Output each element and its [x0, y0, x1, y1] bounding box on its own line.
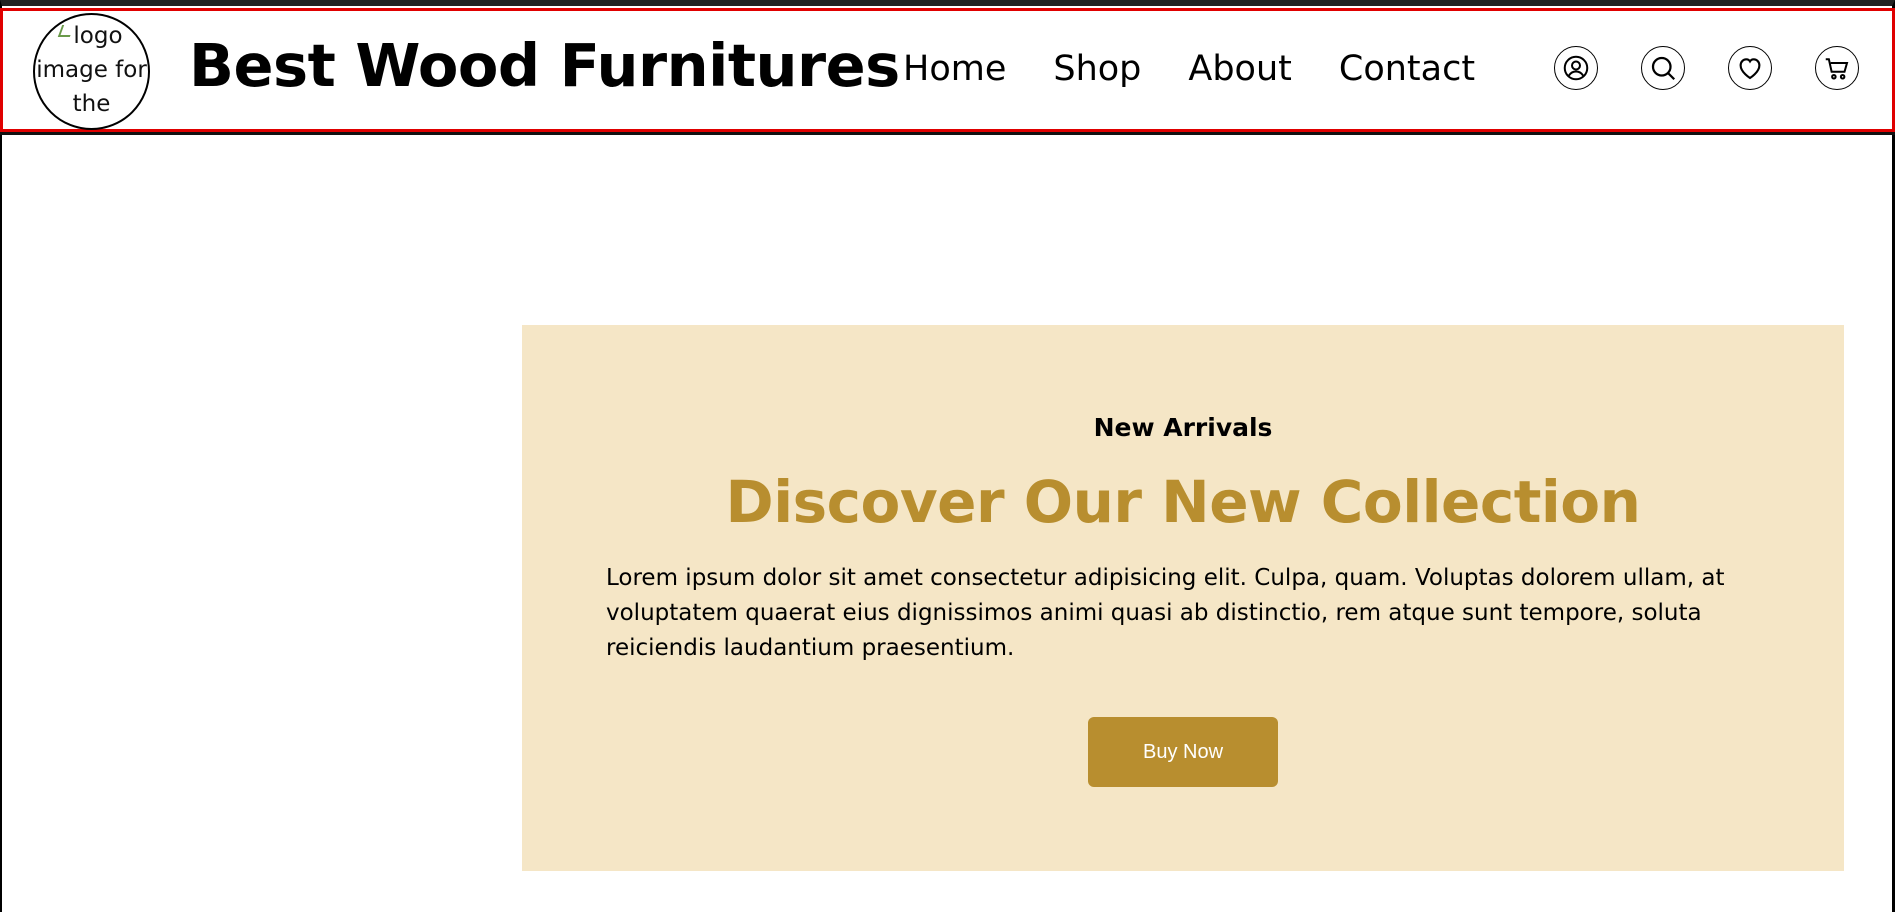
hero-description: Lorem ipsum dolor sit amet consectetur a… — [606, 565, 1725, 661]
nav-about[interactable]: About — [1188, 49, 1291, 89]
hero-eyebrow: New Arrivals — [1093, 413, 1273, 442]
search-button[interactable] — [1641, 46, 1685, 90]
logo[interactable]: logo image for the — [33, 13, 150, 130]
account-button[interactable] — [1554, 46, 1598, 90]
wishlist-button[interactable] — [1728, 46, 1772, 90]
nav-home[interactable]: Home — [903, 49, 1006, 89]
heart-icon — [1739, 58, 1761, 80]
hero-headline: Discover Our New Collection — [725, 468, 1641, 536]
user-icon — [1563, 55, 1589, 81]
logo-alt-text: logo image for the — [36, 23, 147, 117]
header-divider — [0, 132, 1895, 135]
cart-button[interactable] — [1815, 46, 1859, 90]
cart-icon — [1825, 58, 1849, 80]
nav-shop[interactable]: Shop — [1053, 49, 1141, 89]
site-header: logo image for the Best Wood Furnitures … — [0, 8, 1895, 132]
nav-contact[interactable]: Contact — [1339, 49, 1475, 89]
hero-banner: New Arrivals Discover Our New Collection… — [522, 325, 1844, 871]
buy-now-button[interactable]: Buy Now — [1088, 717, 1278, 787]
search-icon — [1651, 56, 1676, 81]
main-nav: Home Shop About Contact — [903, 49, 1522, 89]
brand-title: Best Wood Furnitures — [189, 31, 900, 100]
header-icons — [1554, 46, 1895, 90]
